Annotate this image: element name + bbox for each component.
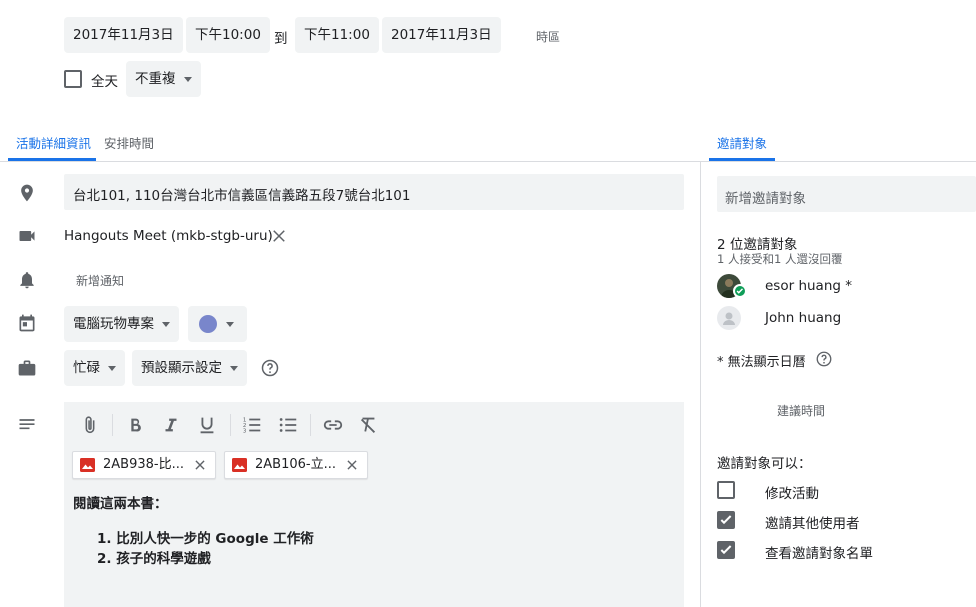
- briefcase-icon: [17, 358, 37, 378]
- attachment-chip[interactable]: 2AB938-比...: [72, 451, 216, 479]
- guest-row[interactable]: John huang: [717, 306, 976, 332]
- remove-attachment-close-icon[interactable]: [193, 458, 207, 472]
- chevron-down-icon: [226, 322, 234, 327]
- busy-value: 忙碌: [73, 360, 100, 376]
- attachment-name: 2AB938-比...: [103, 457, 184, 472]
- toolbar-divider: [310, 414, 311, 436]
- guest-permissions-title: 邀請對象可以：: [717, 456, 812, 472]
- help-icon[interactable]: [260, 358, 280, 378]
- guest-count: 2 位邀請對象: [717, 237, 798, 253]
- video-camera-icon: [17, 226, 37, 246]
- calendar-color-swatch: [199, 315, 217, 333]
- permission-modify-checkbox[interactable]: [717, 481, 735, 499]
- link-icon[interactable]: [322, 414, 344, 436]
- conference-link[interactable]: Hangouts Meet (mkb-stgb-uru): [64, 228, 273, 244]
- accepted-check-icon: [733, 284, 747, 298]
- bold-icon[interactable]: [124, 414, 146, 436]
- busy-dropdown[interactable]: 忙碌: [64, 350, 125, 386]
- add-guests-placeholder: 新增邀請對象: [725, 191, 806, 207]
- list-text: 孩子的科學遊戲: [116, 551, 211, 567]
- chevron-down-icon: [108, 365, 116, 371]
- location-text: 台北101, 110台灣台北市信義區信義路五段7號台北101: [73, 188, 411, 204]
- to-label: 到: [274, 31, 288, 47]
- guest-name: John huang: [765, 310, 842, 326]
- clear-formatting-icon[interactable]: [357, 414, 379, 436]
- attachment-name: 2AB106-立...: [255, 457, 336, 472]
- permission-label: 邀請其他使用者: [765, 516, 860, 532]
- end-date-picker[interactable]: 2017年11月3日: [382, 17, 501, 53]
- color-dropdown[interactable]: [188, 306, 247, 342]
- checkmark-icon: [720, 515, 732, 525]
- panel-divider: [700, 162, 701, 607]
- guest-name: esor huang *: [765, 278, 852, 294]
- description-heading: 閱讀這兩本書：: [73, 496, 168, 512]
- chevron-down-icon: [183, 76, 192, 82]
- list-number: 1.: [97, 531, 112, 547]
- tabs-divider: [0, 161, 976, 162]
- start-time-picker[interactable]: 下午10:00: [186, 17, 270, 53]
- underline-icon[interactable]: [196, 414, 218, 436]
- tab-event-details[interactable]: 活動詳細資訊: [16, 133, 91, 152]
- permission-label: 修改活動: [765, 486, 819, 502]
- suggest-time-button[interactable]: 建議時間: [777, 402, 825, 419]
- description-lines-icon: [17, 415, 37, 435]
- remove-attachment-close-icon[interactable]: [345, 458, 359, 472]
- attachment-chip[interactable]: 2AB106-立...: [224, 451, 368, 479]
- calendar-value: 電腦玩物專案: [73, 316, 154, 332]
- add-guests-input[interactable]: 新增邀請對象: [717, 176, 976, 212]
- bulleted-list-icon[interactable]: [277, 414, 299, 436]
- end-time-picker[interactable]: 下午11:00: [295, 17, 379, 53]
- image-file-icon: [232, 458, 247, 472]
- visibility-dropdown[interactable]: 預設顯示設定: [132, 350, 247, 386]
- repeat-dropdown[interactable]: 不重複: [126, 61, 201, 97]
- permission-label: 查看邀請對象名單: [765, 546, 873, 562]
- list-text: 比別人快一步的 Google 工作術: [116, 531, 314, 547]
- bell-icon: [17, 270, 37, 290]
- chevron-down-icon: [162, 321, 170, 327]
- timezone-button[interactable]: 時區: [536, 28, 560, 45]
- visibility-value: 預設顯示設定: [141, 360, 222, 376]
- avatar: [717, 306, 741, 330]
- permission-invite-checkbox[interactable]: [717, 511, 735, 529]
- description-editor[interactable]: 123 2AB938-比... 2AB106-立... 閱讀這兩本書： 1. 比…: [64, 402, 684, 607]
- permission-see-guests-checkbox[interactable]: [717, 541, 735, 559]
- list-number: 2.: [97, 551, 112, 567]
- add-notification-button[interactable]: 新增通知: [76, 272, 124, 289]
- repeat-value: 不重複: [135, 71, 176, 87]
- toolbar-divider: [112, 414, 113, 436]
- calendar-icon: [17, 313, 37, 333]
- svg-text:3: 3: [243, 428, 247, 434]
- list-item: 1. 比別人快一步的 Google 工作術: [97, 527, 314, 547]
- tab-guests[interactable]: 邀請對象: [717, 133, 767, 152]
- toolbar-divider: [230, 414, 231, 436]
- allday-label: 全天: [91, 74, 118, 90]
- allday-checkbox[interactable]: [64, 70, 82, 88]
- italic-icon[interactable]: [160, 414, 182, 436]
- checkmark-icon: [720, 545, 732, 555]
- tab-find-time[interactable]: 安排時間: [104, 133, 154, 152]
- remove-conference-close-icon[interactable]: [270, 227, 288, 245]
- numbered-list-icon[interactable]: 123: [241, 414, 263, 436]
- attachment-clip-icon[interactable]: [79, 414, 101, 436]
- location-pin-icon: [17, 183, 37, 203]
- cannot-show-calendar-note: * 無法顯示日曆: [717, 355, 806, 370]
- guest-rsvp-summary: 1 人接受和1 人還沒回覆: [717, 252, 843, 266]
- guest-row[interactable]: esor huang *: [717, 274, 976, 300]
- location-input[interactable]: 台北101, 110台灣台北市信義區信義路五段7號台北101: [64, 174, 684, 210]
- calendar-dropdown[interactable]: 電腦玩物專案: [64, 306, 179, 342]
- help-icon[interactable]: [815, 350, 833, 368]
- list-item: 2. 孩子的科學遊戲: [97, 547, 211, 567]
- start-date-picker[interactable]: 2017年11月3日: [64, 17, 183, 53]
- image-file-icon: [80, 458, 95, 472]
- chevron-down-icon: [230, 365, 238, 371]
